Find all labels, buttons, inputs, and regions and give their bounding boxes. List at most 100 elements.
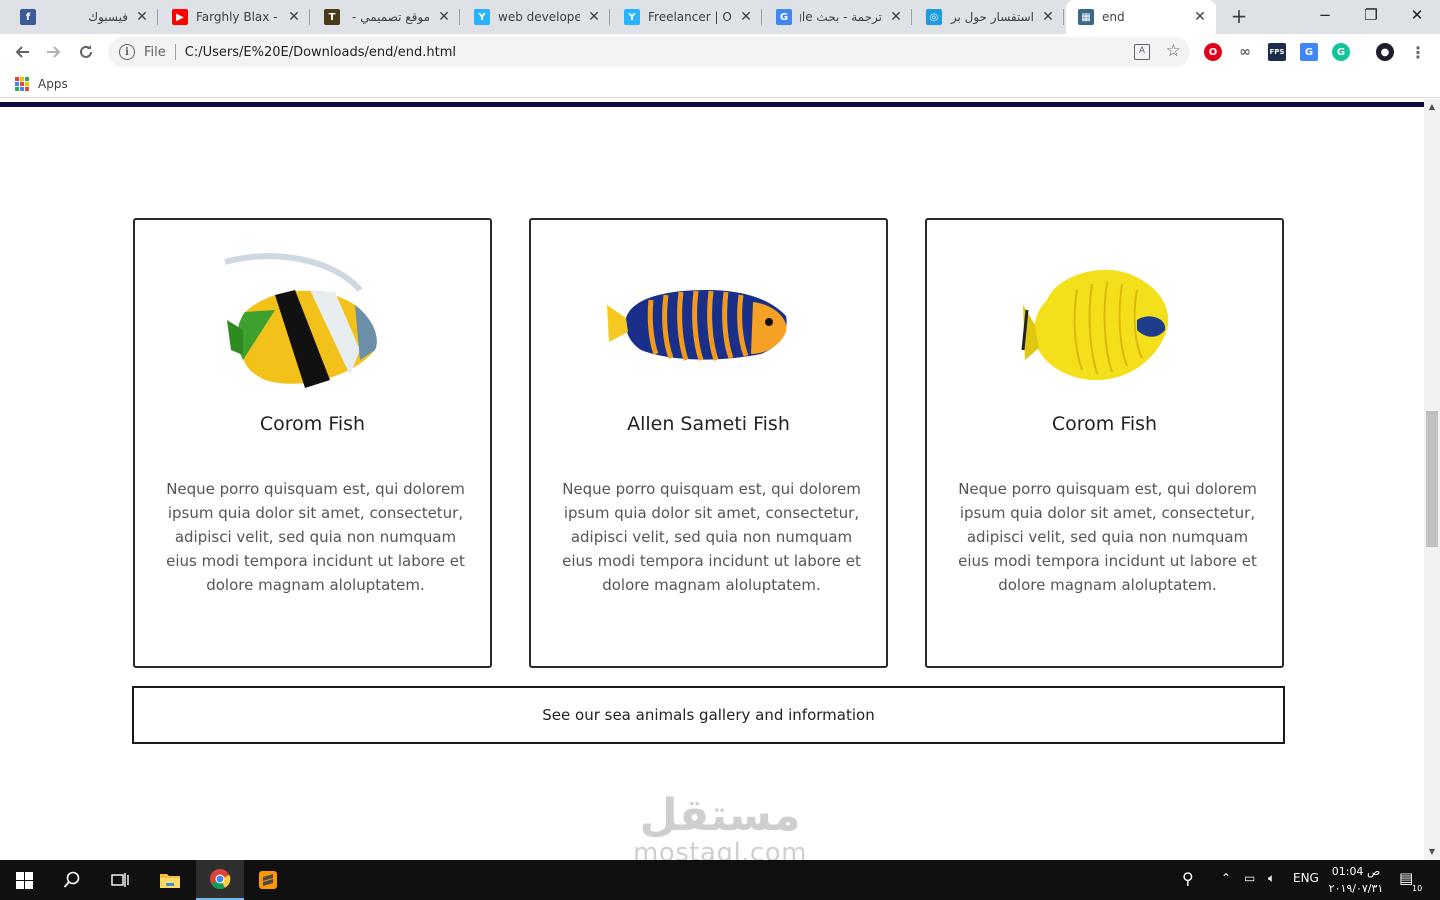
bannerfish-image: [224, 253, 377, 388]
fps-extension-icon[interactable]: FPS: [1268, 43, 1286, 61]
language-indicator[interactable]: ENG: [1293, 871, 1319, 885]
tab-title: ترجمة - بحث Google: [800, 10, 882, 24]
address-bar[interactable]: i File C:/Users/E%20E/Downloads/end/end.…: [108, 37, 1190, 67]
watermark-latin: mostaql.com: [633, 838, 807, 860]
sublime-text-icon: [259, 871, 277, 889]
butterflyfish-image: [1021, 269, 1169, 381]
reload-button[interactable]: [72, 38, 100, 66]
youtube-icon: ▶: [172, 9, 188, 25]
close-tab-icon[interactable]: ✕: [436, 9, 452, 25]
url-scheme: File: [144, 44, 166, 60]
chrome-icon: [210, 869, 231, 890]
infinity-extension-icon[interactable]: ∞: [1236, 43, 1254, 61]
back-button[interactable]: [8, 38, 36, 66]
watermark-arabic: مستقل: [639, 790, 801, 841]
freelancer-icon: Y: [624, 9, 640, 25]
tme-icon: T: [324, 9, 340, 25]
minimize-button[interactable]: −: [1302, 0, 1348, 30]
menu-icon[interactable]: ⋮: [1409, 43, 1427, 62]
close-tab-icon[interactable]: ✕: [586, 9, 602, 25]
people-icon[interactable]: ⚲: [1182, 869, 1194, 888]
browser-tab[interactable]: G ترجمة - بحث Google ✕: [764, 0, 912, 34]
card-title: Allen Sameti Fish: [627, 413, 790, 435]
chrome-taskbar-button[interactable]: [196, 860, 244, 900]
close-tab-icon[interactable]: ✕: [1192, 9, 1208, 25]
watermark: مستقل mostaql.com: [620, 790, 820, 861]
tab-title: end: [1102, 10, 1125, 24]
grammarly-extension-icon[interactable]: G: [1332, 43, 1350, 61]
windows-logo-icon: [15, 871, 33, 889]
close-tab-icon[interactable]: ✕: [738, 9, 754, 25]
file-explorer-button[interactable]: [146, 860, 194, 900]
browser-tab[interactable]: Y Freelancer | Onli ✕: [612, 0, 762, 34]
url-divider: [174, 44, 176, 60]
card-description: Neque porro quisquam est, qui dolorem ip…: [958, 480, 1257, 594]
system-clock[interactable]: 01:04 ص ٢٠١٩/٠٧/٣١: [1326, 863, 1386, 897]
tab-title: web developer j: [498, 10, 580, 24]
show-hidden-icons-chevron-icon[interactable]: ⌃: [1221, 871, 1231, 885]
google-icon: G: [776, 9, 792, 25]
apps-icon[interactable]: [15, 77, 29, 91]
clock-time: 01:04 ص: [1331, 865, 1381, 878]
reload-icon: [80, 45, 92, 58]
bookmark-star-icon[interactable]: ☆: [1166, 41, 1181, 61]
browser-tab[interactable]: ▶ Farghly Blax - 3a ✕: [160, 0, 310, 34]
card-title: Corom Fish: [259, 413, 366, 435]
browser-tab[interactable]: f فيسبوك ✕: [8, 0, 158, 34]
translate-icon[interactable]: A: [1134, 44, 1150, 60]
browser-toolbar: i File C:/Users/E%20E/Downloads/end/end.…: [0, 34, 1440, 70]
close-tab-icon[interactable]: ✕: [286, 9, 302, 25]
close-window-button[interactable]: ✕: [1394, 0, 1440, 30]
folder-icon: [160, 874, 180, 888]
page-viewport: Corom Fish Neque porro quisquam est, qui…: [0, 99, 1424, 860]
tab-title: استفسار حول برمجة: [950, 10, 1034, 24]
browser-tab[interactable]: ▦ end ✕: [1066, 0, 1216, 34]
scroll-down-arrow-icon[interactable]: ▼: [1424, 844, 1440, 860]
browser-tab[interactable]: Yweb developer j ✕: [462, 0, 610, 34]
browser-tab[interactable]: T موقع تصميمي - ✕: [312, 0, 460, 34]
sublime-taskbar-button[interactable]: [244, 860, 292, 900]
forward-arrow-icon: [47, 46, 61, 58]
start-button[interactable]: [0, 860, 48, 900]
apps-bookmark[interactable]: Apps: [38, 77, 68, 91]
restore-button[interactable]: ❐: [1348, 0, 1394, 30]
tab-title: Farghly Blax - 3a: [196, 10, 280, 24]
volume-icon[interactable]: 🔈︎: [1268, 871, 1275, 886]
close-tab-icon[interactable]: ✕: [1040, 9, 1056, 25]
bookmarks-bar: Apps: [0, 70, 1440, 98]
clock-date: ٢٠١٩/٠٧/٣١: [1328, 882, 1384, 895]
tab-title: Freelancer | Onli: [648, 10, 732, 24]
fish-card: Corom Fish Neque porro quisquam est, qui…: [133, 218, 492, 668]
page-top-bar: [0, 102, 1424, 107]
forward-button[interactable]: [40, 38, 68, 66]
browser-tab[interactable]: ◎ استفسار حول برمجة ✕: [914, 0, 1064, 34]
search-button[interactable]: [48, 860, 96, 900]
url-text[interactable]: C:/Users/E%20E/Downloads/end/end.html: [185, 45, 456, 60]
profile-avatar[interactable]: ●: [1376, 43, 1394, 61]
vertical-scrollbar[interactable]: ▲ ▼: [1424, 99, 1440, 860]
fish-card: Corom Fish Neque porro quisquam est, qui…: [925, 218, 1284, 668]
windows-taskbar: ⚲ ⌃ ▭ 🔈︎ ENG 01:04 ص ٢٠١٩/٠٧/٣١ ▤ 10: [0, 860, 1440, 900]
info-icon[interactable]: i: [119, 44, 135, 60]
scroll-thumb[interactable]: [1426, 411, 1438, 547]
scroll-up-arrow-icon[interactable]: ▲: [1424, 99, 1440, 115]
search-icon: [63, 871, 80, 888]
gallery-button[interactable]: See our sea animals gallery and informat…: [132, 686, 1285, 744]
close-tab-icon[interactable]: ✕: [134, 9, 150, 25]
opera-extension-icon[interactable]: O: [1204, 43, 1222, 61]
freelancer-icon: Y: [474, 9, 490, 25]
card-title: Corom Fish: [1051, 413, 1158, 435]
tab-title: موقع تصميمي -: [352, 10, 430, 24]
facebook-icon: f: [20, 9, 36, 25]
task-view-icon: [111, 873, 129, 887]
close-tab-icon[interactable]: ✕: [888, 9, 904, 25]
new-tab-button[interactable]: +: [1226, 5, 1252, 29]
google-translate-extension-icon[interactable]: G: [1300, 43, 1318, 61]
notification-count: 10: [1412, 884, 1423, 893]
network-icon[interactable]: ▭: [1244, 871, 1255, 885]
task-view-button[interactable]: [96, 860, 144, 900]
page-icon: ▦: [1078, 9, 1094, 25]
site-icon: ◎: [926, 9, 942, 25]
tab-title: فيسبوك: [88, 10, 128, 24]
card-description: Neque porro quisquam est, qui dolorem ip…: [166, 480, 465, 594]
